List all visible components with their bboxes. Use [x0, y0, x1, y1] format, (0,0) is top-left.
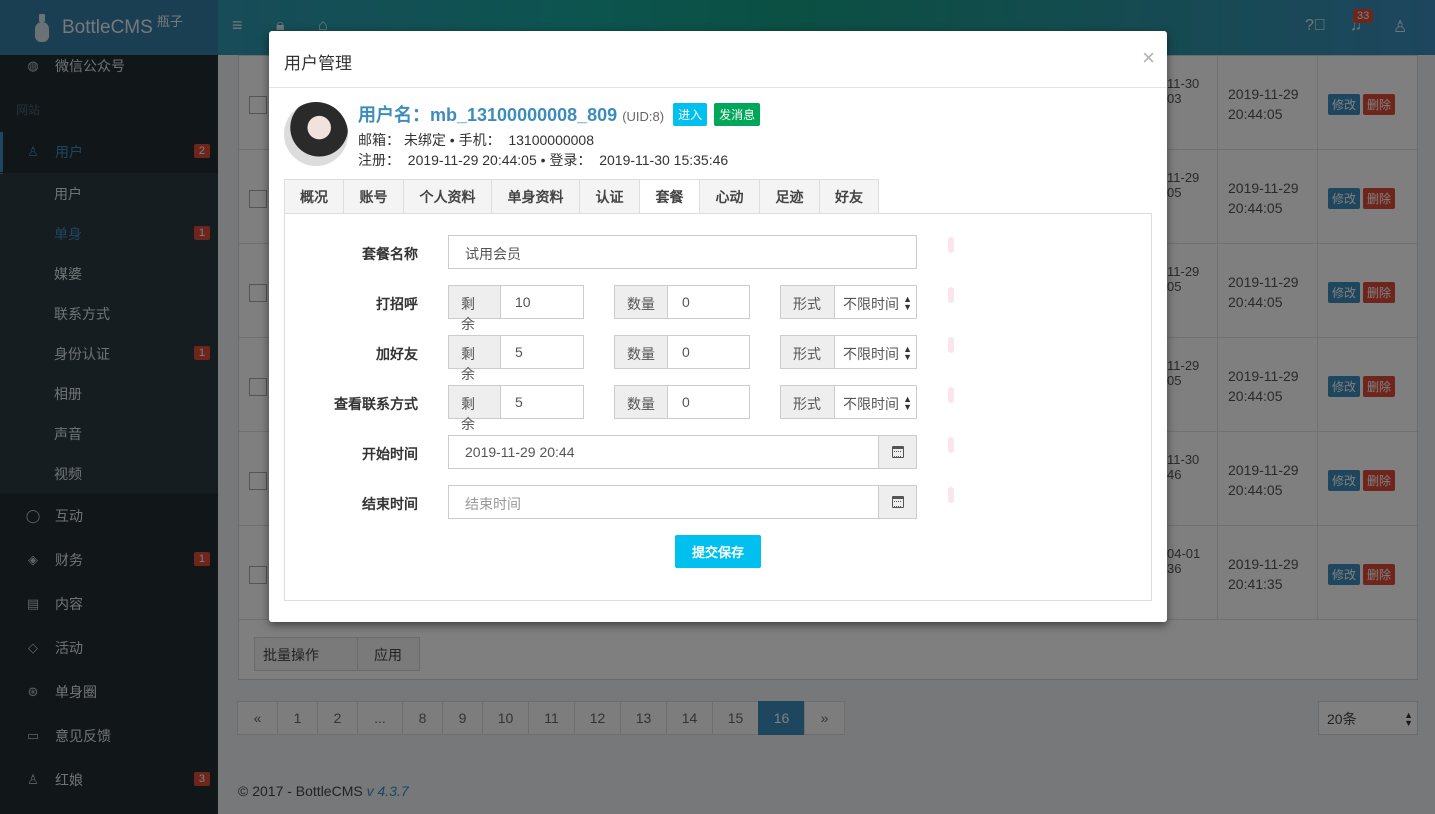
add-friend-quantity-input[interactable]: 0	[667, 335, 750, 369]
tab-single-profile[interactable]: 单身资料	[491, 179, 580, 214]
quantity-addon: 数量	[614, 385, 668, 419]
tab-likes[interactable]: 心动	[699, 179, 760, 214]
tab-account[interactable]: 账号	[343, 179, 404, 214]
greeting-label: 打招呼	[376, 296, 418, 312]
send-message-button[interactable]: 发消息	[714, 103, 761, 126]
register-time: 2019-11-29 20:44:05	[407, 152, 537, 168]
remain-addon: 剩余	[448, 285, 501, 332]
quantity-addon: 数量	[614, 285, 668, 319]
enter-button[interactable]: 进入	[673, 103, 708, 126]
greeting-remain-input[interactable]: 10	[500, 285, 584, 319]
add-friend-remain-input[interactable]: 5	[500, 335, 584, 369]
start-time-label: 开始时间	[362, 446, 418, 462]
view-contact-form-select[interactable]: 不限时间 ▲ ▼	[834, 385, 917, 419]
status-indicator	[948, 287, 954, 303]
avatar	[284, 102, 348, 166]
modal-tabs: 概况 账号 个人资料 单身资料 认证 套餐 心动 足迹 好友	[284, 179, 879, 214]
plan-name-input[interactable]: 试用会员	[448, 235, 917, 269]
status-indicator	[948, 487, 954, 503]
status-indicator	[948, 437, 954, 453]
add-friend-form-select[interactable]: 不限时间 ▲ ▼	[834, 335, 917, 369]
tab-package[interactable]: 套餐	[639, 179, 700, 214]
username: mb_13100000008_809	[430, 105, 618, 125]
status-indicator	[948, 337, 954, 353]
calendar-icon	[891, 496, 904, 508]
end-time-input[interactable]: 结束时间	[448, 485, 879, 519]
user-management-modal: 用户管理 × 用户名：mb_13100000008_809 (UID:8) 进入…	[269, 31, 1167, 622]
end-time-label: 结束时间	[362, 496, 418, 512]
username-label: 用户名：	[358, 105, 430, 125]
remain-addon: 剩余	[448, 385, 501, 432]
greeting-form-select[interactable]: 不限时间 ▲ ▼	[834, 285, 917, 319]
modal-title: 用户管理	[284, 54, 352, 73]
tab-footprints[interactable]: 足迹	[759, 179, 820, 214]
tab-friends[interactable]: 好友	[819, 179, 879, 214]
status-indicator	[948, 387, 954, 403]
quantity-addon: 数量	[614, 335, 668, 369]
user-uid: (UID:8)	[622, 109, 665, 124]
form-addon: 形式	[780, 285, 835, 319]
add-friend-label: 加好友	[376, 346, 418, 362]
submit-save-button[interactable]: 提交保存	[675, 535, 761, 568]
select-arrow-icon: ▲▼	[903, 344, 912, 362]
view-contact-label: 查看联系方式	[334, 396, 418, 412]
login-time: 2019-11-30 15:35:46	[599, 152, 729, 168]
tab-verification[interactable]: 认证	[579, 179, 640, 214]
user-time-line: 注册： 2019-11-29 20:44:05 • 登录： 2019-11-30…	[358, 152, 729, 168]
username-line: 用户名：mb_13100000008_809 (UID:8) 进入 发消息	[358, 101, 761, 127]
form-addon: 形式	[780, 385, 835, 419]
tab-profile[interactable]: 个人资料	[403, 179, 492, 214]
select-arrow-icon: ▲▼	[903, 394, 912, 412]
calendar-icon	[891, 446, 904, 458]
select-arrow-icon: ▲▼	[903, 294, 912, 312]
end-calendar-button[interactable]	[878, 485, 917, 519]
close-icon[interactable]: ×	[1142, 45, 1155, 71]
view-contact-quantity-input[interactable]: 0	[667, 385, 750, 419]
plan-name-label: 套餐名称	[362, 246, 418, 262]
view-contact-remain-input[interactable]: 5	[500, 385, 584, 419]
modal-header: 用户管理 ×	[269, 31, 1167, 88]
user-phone: 13100000008	[508, 132, 595, 148]
form-addon: 形式	[780, 335, 835, 369]
greeting-quantity-input[interactable]: 0	[667, 285, 750, 319]
user-email: 未绑定	[403, 132, 446, 148]
remain-addon: 剩余	[448, 335, 501, 382]
status-indicator	[948, 237, 954, 253]
user-contact-line: 邮箱： 未绑定 • 手机： 13100000008	[358, 132, 595, 148]
start-time-input[interactable]: 2019-11-29 20:44	[448, 435, 879, 469]
start-calendar-button[interactable]	[878, 435, 917, 469]
tab-overview[interactable]: 概况	[284, 179, 344, 214]
